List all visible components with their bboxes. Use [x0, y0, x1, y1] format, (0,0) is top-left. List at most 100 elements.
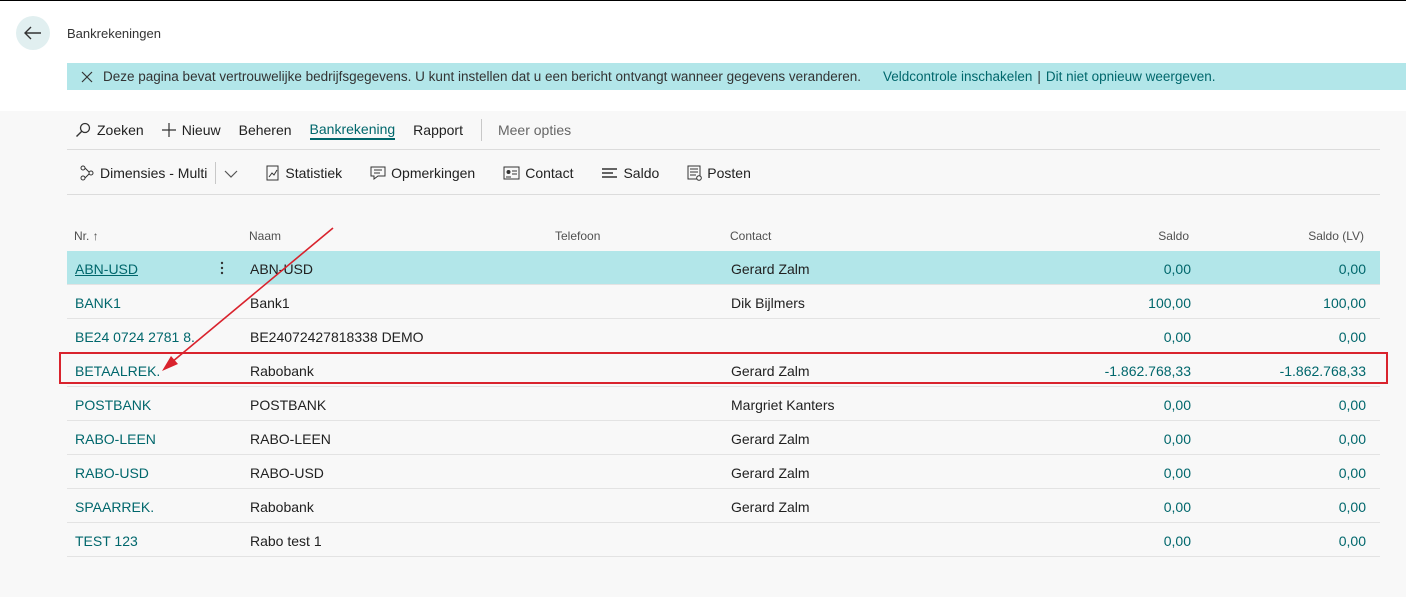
cell-contact: Margriet Kanters: [731, 397, 835, 413]
cell-saldo[interactable]: 0,00: [1164, 329, 1191, 345]
cell-saldo[interactable]: 0,00: [1164, 261, 1191, 277]
window-top-border: [0, 0, 1406, 1]
cell-contact: Gerard Zalm: [731, 363, 810, 379]
cell-nr[interactable]: POSTBANK: [75, 397, 151, 413]
contact-button[interactable]: Contact: [503, 165, 573, 181]
dont-show-again-link[interactable]: Dit niet opnieuw weergeven.: [1046, 69, 1216, 84]
cell-nr[interactable]: ABN-USD: [75, 261, 138, 277]
chevron-down-icon[interactable]: [224, 165, 238, 181]
cell-nr[interactable]: RABO-LEEN: [75, 431, 156, 447]
tab-report-label: Rapport: [413, 122, 463, 138]
dimensions-label: Dimensies - Multi: [100, 165, 208, 181]
entries-button[interactable]: Posten: [687, 165, 751, 181]
cell-saldo-lv[interactable]: -1.862.768,33: [1280, 363, 1366, 379]
cell-saldo[interactable]: 0,00: [1164, 431, 1191, 447]
cell-contact: Gerard Zalm: [731, 465, 810, 481]
cell-naam: Rabobank: [250, 363, 314, 379]
tab-bank-account[interactable]: Bankrekening: [309, 118, 396, 142]
cell-naam: BE24072427818338 DEMO: [250, 329, 424, 345]
cell-saldo[interactable]: 0,00: [1164, 533, 1191, 549]
cell-nr[interactable]: BE24 0724 2781 8...: [75, 329, 197, 345]
cell-saldo-lv[interactable]: 0,00: [1339, 533, 1366, 549]
tab-manage[interactable]: Beheren: [239, 118, 292, 142]
cell-saldo[interactable]: 0,00: [1164, 499, 1191, 515]
plus-icon: [161, 123, 176, 137]
table-row[interactable]: TEST 123 Rabo test 1 0,00 0,00: [67, 523, 1380, 557]
cell-saldo-lv[interactable]: 0,00: [1339, 465, 1366, 481]
table-row[interactable]: BANK1 Bank1 Dik Bijlmers 100,00 100,00: [67, 285, 1380, 319]
enable-field-monitoring-link[interactable]: Veldcontrole inschakelen: [883, 69, 1032, 84]
cell-saldo-lv[interactable]: 0,00: [1339, 329, 1366, 345]
cell-naam: RABO-USD: [250, 465, 324, 481]
column-header-contact[interactable]: Contact: [730, 229, 771, 243]
table-body: ABN-USD ABN-USD Gerard Zalm 0,00 0,00 BA…: [67, 251, 1380, 557]
cell-contact: Gerard Zalm: [731, 499, 810, 515]
tab-report[interactable]: Rapport: [413, 118, 463, 142]
cell-nr[interactable]: RABO-USD: [75, 465, 149, 481]
close-icon[interactable]: [81, 71, 93, 83]
cell-saldo-lv[interactable]: 0,00: [1339, 397, 1366, 413]
column-header-saldo-lv[interactable]: Saldo (LV): [1308, 229, 1364, 243]
arrow-left-icon: [24, 26, 41, 40]
cell-nr[interactable]: TEST 123: [75, 533, 138, 549]
divider: [67, 149, 1380, 150]
entries-label: Posten: [707, 165, 751, 181]
cell-naam: RABO-LEEN: [250, 431, 331, 447]
statistics-button[interactable]: Statistiek: [266, 165, 342, 181]
balance-button[interactable]: Saldo: [601, 165, 659, 181]
cell-contact: Gerard Zalm: [731, 261, 810, 277]
banner-separator: |: [1037, 69, 1041, 84]
search-button[interactable]: Zoeken: [75, 118, 144, 142]
cell-saldo-lv[interactable]: 0,00: [1339, 431, 1366, 447]
column-header-telefoon[interactable]: Telefoon: [555, 229, 600, 243]
cell-saldo-lv[interactable]: 0,00: [1339, 261, 1366, 277]
table-header: Nr. ↑ Naam Telefoon Contact Saldo Saldo …: [67, 223, 1380, 251]
table-row[interactable]: SPAARREK. Rabobank Gerard Zalm 0,00 0,00: [67, 489, 1380, 523]
comments-label: Opmerkingen: [391, 165, 476, 181]
table-row[interactable]: RABO-LEEN RABO-LEEN Gerard Zalm 0,00 0,0…: [67, 421, 1380, 455]
comments-button[interactable]: Opmerkingen: [370, 165, 475, 181]
column-header-saldo[interactable]: Saldo: [1158, 229, 1189, 243]
table-row[interactable]: BETAALREK. Rabobank Gerard Zalm -1.862.7…: [67, 353, 1380, 387]
statistics-label: Statistiek: [285, 165, 343, 181]
cell-naam: Bank1: [250, 295, 290, 311]
cell-nr[interactable]: SPAARREK.: [75, 499, 154, 515]
entries-icon: [687, 165, 703, 181]
cell-contact: Dik Bijlmers: [731, 295, 805, 311]
cell-saldo-lv[interactable]: 100,00: [1323, 295, 1366, 311]
bank-account-toolbar: Dimensies - Multi Statistiek Opmerkingen: [79, 159, 779, 187]
contact-label: Contact: [525, 165, 574, 181]
cell-saldo[interactable]: -1.862.768,33: [1105, 363, 1191, 379]
new-label: Nieuw: [181, 122, 221, 138]
action-divider: [480, 119, 482, 141]
balance-icon: [602, 168, 618, 178]
cell-saldo[interactable]: 0,00: [1164, 465, 1191, 481]
dimensions-multi-button[interactable]: Dimensies - Multi: [79, 165, 207, 181]
cell-nr[interactable]: BETAALREK.: [75, 363, 160, 379]
table-row[interactable]: POSTBANK POSTBANK Margriet Kanters 0,00 …: [67, 387, 1380, 421]
table-row[interactable]: RABO-USD RABO-USD Gerard Zalm 0,00 0,00: [67, 455, 1380, 489]
row-menu-icon[interactable]: [215, 257, 229, 279]
tab-bank-account-label: Bankrekening: [309, 121, 396, 140]
confidential-banner: Deze pagina bevat vertrouwelijke bedrijf…: [67, 63, 1406, 90]
cell-nr[interactable]: BANK1: [75, 295, 121, 311]
dimensions-split-button: Dimensies - Multi: [79, 162, 238, 184]
cell-naam: Rabobank: [250, 499, 314, 515]
new-button[interactable]: Nieuw: [161, 118, 221, 142]
page-title: Bankrekeningen: [67, 26, 161, 41]
cell-saldo-lv[interactable]: 0,00: [1339, 499, 1366, 515]
dimensions-icon: [80, 165, 94, 181]
cell-saldo[interactable]: 0,00: [1164, 397, 1191, 413]
search-icon: [76, 122, 91, 137]
table-row[interactable]: BE24 0724 2781 8... BE24072427818338 DEM…: [67, 319, 1380, 353]
table-row[interactable]: ABN-USD ABN-USD Gerard Zalm 0,00 0,00: [67, 251, 1380, 285]
action-bar: Zoeken Nieuw Beheren Bankrekening Rappor…: [75, 111, 571, 149]
more-options-button[interactable]: Meer opties: [498, 122, 571, 138]
divider: [67, 194, 1380, 195]
cell-saldo[interactable]: 100,00: [1148, 295, 1191, 311]
cell-naam: POSTBANK: [250, 397, 327, 413]
back-button[interactable]: [16, 16, 50, 50]
cell-naam: ABN-USD: [250, 261, 314, 277]
column-header-nr[interactable]: Nr. ↑: [74, 229, 99, 243]
column-header-naam[interactable]: Naam: [249, 229, 281, 243]
